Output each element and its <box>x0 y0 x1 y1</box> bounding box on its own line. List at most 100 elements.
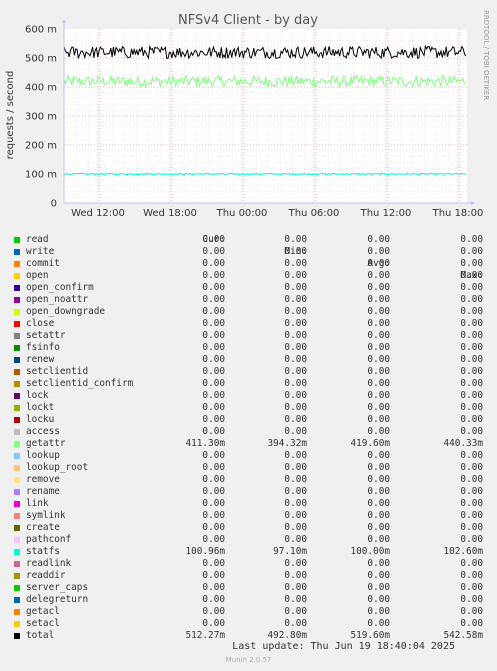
legend-cur-value: 0.00 <box>202 522 225 533</box>
legend-cur-value: 0.00 <box>202 450 225 461</box>
legend-swatch <box>14 633 20 639</box>
legend-min-value: 0.00 <box>284 522 307 533</box>
legend-max-value: 0.00 <box>460 402 483 413</box>
legend-row-locku: locku 0.00 0.00 0.00 0.00 <box>12 414 487 426</box>
legend-avg-value: 0.00 <box>367 594 390 605</box>
legend-label: setclientid_confirm <box>26 378 134 389</box>
legend-avg-value: 0.00 <box>367 498 390 509</box>
legend-row-pathconf: pathconf 0.00 0.00 0.00 0.00 <box>12 534 487 546</box>
legend-row-symlink: symlink 0.00 0.00 0.00 0.00 <box>12 510 487 522</box>
legend-avg-value: 0.00 <box>367 450 390 461</box>
legend-min-value: 0.00 <box>284 282 307 293</box>
legend-cur-value: 0.00 <box>202 258 225 269</box>
legend-min-value: 0.00 <box>284 402 307 413</box>
legend-max-value: 0.00 <box>460 618 483 629</box>
legend-label: link <box>26 498 49 509</box>
legend-min-value: 0.00 <box>284 606 307 617</box>
legend-label: setclientid <box>26 366 89 377</box>
legend-max-value: 0.00 <box>460 414 483 425</box>
legend-max-value: 0.00 <box>460 294 483 305</box>
legend-max-value: 0.00 <box>460 234 483 245</box>
legend-min-value: 97.10m <box>273 546 307 557</box>
legend-row-open-downgrade: open_downgrade 0.00 0.00 0.00 0.00 <box>12 306 487 318</box>
legend-label: rename <box>26 486 60 497</box>
legend-swatch <box>14 537 20 543</box>
legend-max-value: 0.00 <box>460 330 483 341</box>
legend-row-remove: remove 0.00 0.00 0.00 0.00 <box>12 474 487 486</box>
legend-min-value: 0.00 <box>284 378 307 389</box>
legend-label: statfs <box>26 546 60 557</box>
legend-max-value: 0.00 <box>460 390 483 401</box>
y-tick-label: 600 m <box>25 25 57 36</box>
legend-max-value: 0.00 <box>460 474 483 485</box>
legend-min-value: 0.00 <box>284 354 307 365</box>
legend-swatch <box>14 285 20 291</box>
legend-avg-value: 0.00 <box>367 366 390 377</box>
y-tick-label: 200 m <box>25 141 57 152</box>
legend-row-delegreturn: delegreturn 0.00 0.00 0.00 0.00 <box>12 594 487 606</box>
legend-label: commit <box>26 258 60 269</box>
legend-avg-value: 0.00 <box>367 402 390 413</box>
legend-row-readlink: readlink 0.00 0.00 0.00 0.00 <box>12 558 487 570</box>
legend-swatch <box>14 417 20 423</box>
legend-cur-value: 0.00 <box>202 402 225 413</box>
legend-avg-value: 0.00 <box>367 330 390 341</box>
legend-min-value: 0.00 <box>284 498 307 509</box>
legend-max-value: 0.00 <box>460 354 483 365</box>
legend-cur-value: 0.00 <box>202 234 225 245</box>
legend-row-getacl: getacl 0.00 0.00 0.00 0.00 <box>12 606 487 618</box>
legend-max-value: 0.00 <box>460 366 483 377</box>
legend-avg-value: 0.00 <box>367 510 390 521</box>
legend-swatch <box>14 477 20 483</box>
y-tick-label: 500 m <box>25 54 57 65</box>
legend-cur-value: 0.00 <box>202 390 225 401</box>
legend-swatch <box>14 237 20 243</box>
legend-swatch <box>14 369 20 375</box>
legend-min-value: 0.00 <box>284 414 307 425</box>
legend-row-setattr: setattr 0.00 0.00 0.00 0.00 <box>12 330 487 342</box>
legend-max-value: 0.00 <box>460 582 483 593</box>
legend-label: write <box>26 246 55 257</box>
last-update: Last update: Thu Jun 19 18:40:04 2025 <box>232 641 455 652</box>
legend-swatch <box>14 441 20 447</box>
legend-swatch <box>14 501 20 507</box>
legend-avg-value: 0.00 <box>367 522 390 533</box>
legend-min-value: 0.00 <box>284 306 307 317</box>
legend-cur-value: 0.00 <box>202 462 225 473</box>
legend-min-value: 0.00 <box>284 234 307 245</box>
legend-cur-value: 0.00 <box>202 534 225 545</box>
legend-avg-value: 0.00 <box>367 258 390 269</box>
legend-swatch <box>14 261 20 267</box>
legend-cur-value: 0.00 <box>202 486 225 497</box>
legend-cur-value: 0.00 <box>202 558 225 569</box>
legend-min-value: 0.00 <box>284 510 307 521</box>
legend-min-value: 0.00 <box>284 294 307 305</box>
legend-label: locku <box>26 414 55 425</box>
legend-cur-value: 0.00 <box>202 426 225 437</box>
legend-max-value: 0.00 <box>460 450 483 461</box>
legend-row-open-confirm: open_confirm 0.00 0.00 0.00 0.00 <box>12 282 487 294</box>
legend-cur-value: 0.00 <box>202 606 225 617</box>
legend-swatch <box>14 405 20 411</box>
legend-avg-value: 0.00 <box>367 486 390 497</box>
x-tick-label: Thu 00:00 <box>216 208 268 219</box>
legend-max-value: 0.00 <box>460 342 483 353</box>
legend-row-setacl: setacl 0.00 0.00 0.00 0.00 <box>12 618 487 630</box>
legend-swatch <box>14 465 20 471</box>
legend-min-value: 0.00 <box>284 330 307 341</box>
legend-cur-value: 0.00 <box>202 270 225 281</box>
legend-swatch <box>14 549 20 555</box>
legend-min-value: 0.00 <box>284 426 307 437</box>
legend-avg-value: 0.00 <box>367 282 390 293</box>
x-tick-label: Thu 18:00 <box>432 208 484 219</box>
legend-min-value: 0.00 <box>284 582 307 593</box>
legend-label: setacl <box>26 618 60 629</box>
legend-rows: read 0.00 0.00 0.00 0.00 write 0.00 0.00 0.00 0.0… <box>12 234 487 642</box>
legend-avg-value: 100.00m <box>350 546 390 557</box>
legend-row-lookup-root: lookup_root 0.00 0.00 0.00 0.00 <box>12 462 487 474</box>
legend-cur-value: 100.96m <box>185 546 225 557</box>
legend-swatch <box>14 309 20 315</box>
legend-avg-value: 0.00 <box>367 534 390 545</box>
legend-max-value: 0.00 <box>460 606 483 617</box>
legend-avg-value: 0.00 <box>367 618 390 629</box>
